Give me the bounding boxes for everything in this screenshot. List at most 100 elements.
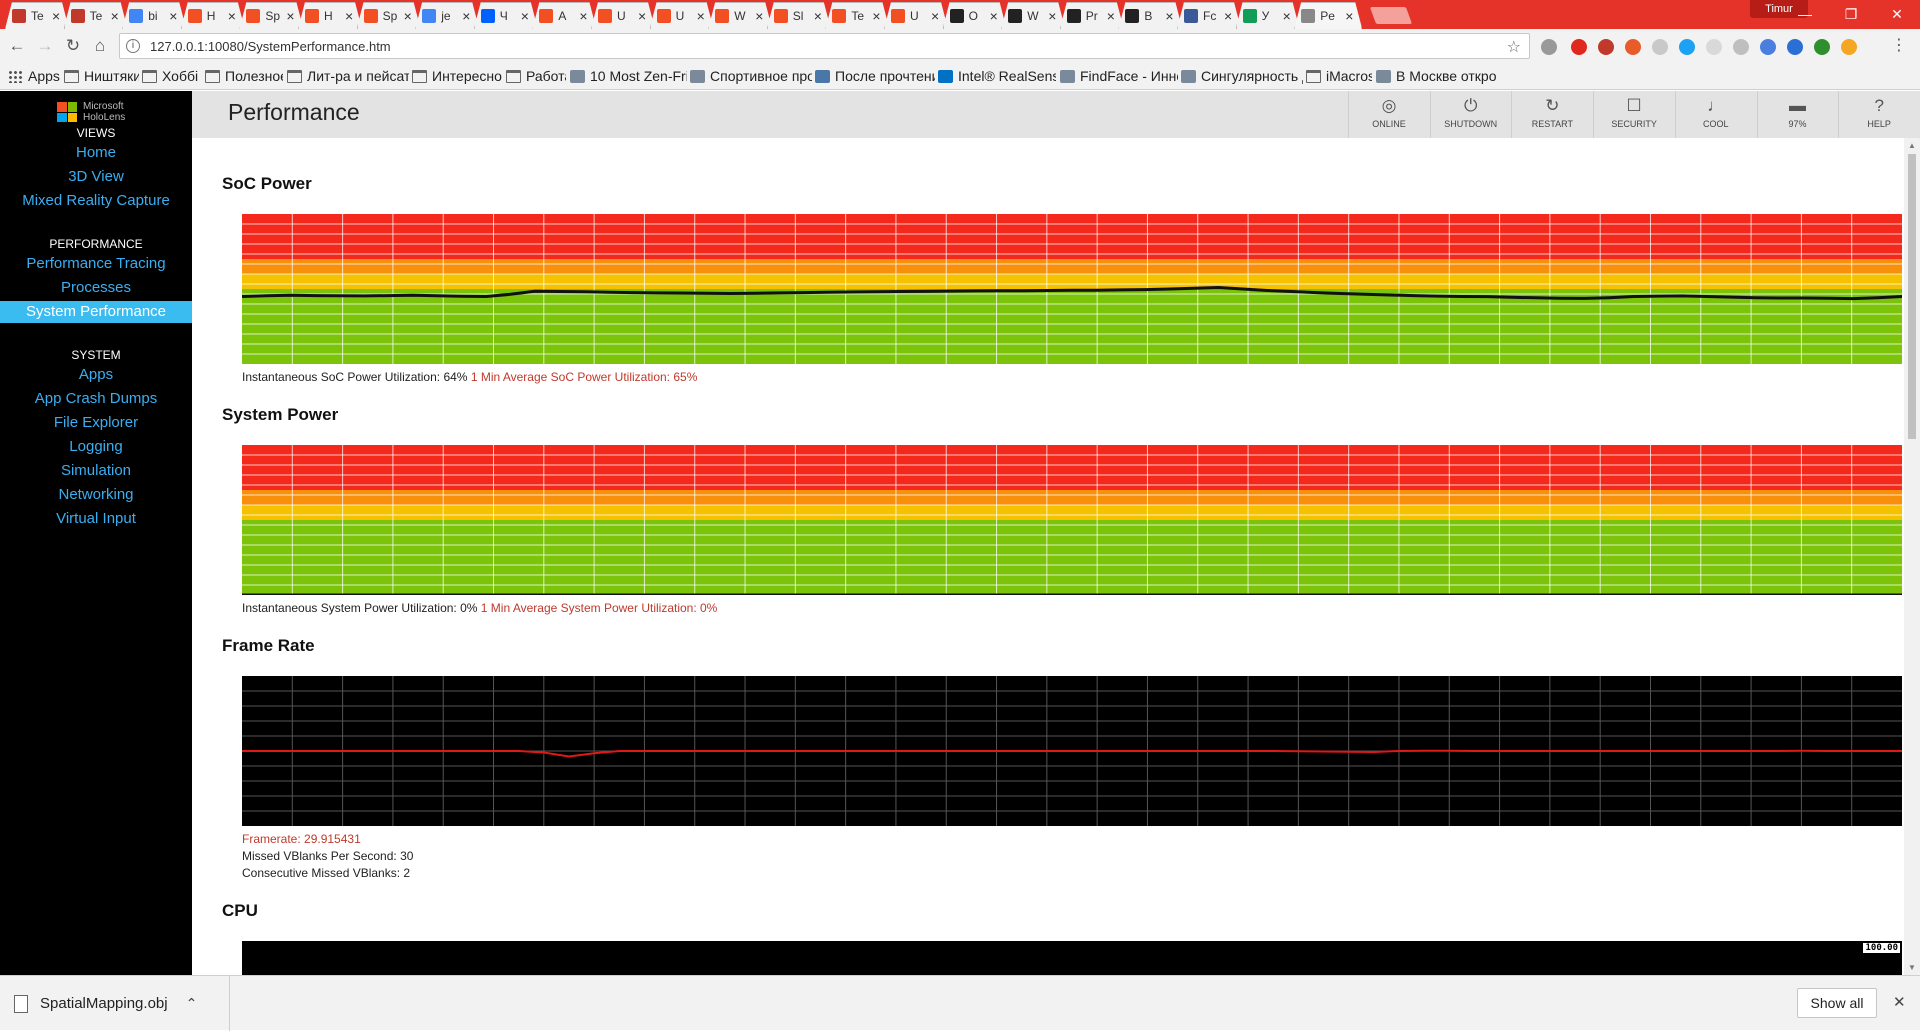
tab-close-icon[interactable]: × — [521, 8, 531, 24]
sidebar-item-home[interactable]: Home — [0, 142, 192, 164]
header-button-security[interactable]: ☐ SECURITY — [1593, 91, 1674, 138]
browser-tab[interactable]: O × — [943, 2, 1007, 29]
extension-translate-icon[interactable] — [1760, 39, 1776, 55]
browser-tab[interactable]: U × — [650, 2, 714, 29]
header-button-cool[interactable]: ♩ COOL — [1674, 91, 1756, 138]
maximize-icon[interactable]: ❐ — [1828, 0, 1874, 29]
header-button-help[interactable]: ? HELP — [1838, 91, 1919, 138]
bookmark-item[interactable]: Спортивное про — [690, 68, 812, 84]
bookmark-item[interactable]: Сингулярность д — [1181, 68, 1303, 84]
extension-clip-icon[interactable] — [1733, 39, 1749, 55]
browser-tab[interactable]: Te × — [64, 2, 128, 29]
extension-opera-icon[interactable] — [1571, 39, 1587, 55]
extension-blue-icon[interactable] — [1787, 39, 1803, 55]
bookmark-item[interactable]: Работа — [506, 68, 566, 84]
tab-close-icon[interactable]: × — [404, 8, 414, 24]
tab-close-icon[interactable]: × — [345, 8, 355, 24]
bookmark-item[interactable]: Хоббі — [142, 68, 198, 84]
bookmark-item[interactable]: Интересное — [412, 68, 502, 84]
tab-close-icon[interactable]: × — [1224, 8, 1234, 24]
tab-close-icon[interactable]: × — [228, 8, 238, 24]
tab-close-icon[interactable]: × — [1283, 8, 1293, 24]
browser-tab[interactable]: A × — [532, 2, 596, 29]
extension-flash-icon[interactable] — [1625, 39, 1641, 55]
sidebar-item-app-crash-dumps[interactable]: App Crash Dumps — [0, 388, 192, 410]
tab-close-icon[interactable]: × — [111, 8, 121, 24]
tab-close-icon[interactable]: × — [990, 8, 1000, 24]
sidebar-item-file-explorer[interactable]: File Explorer — [0, 412, 192, 434]
close-downloads-icon[interactable]: ✕ — [1893, 993, 1906, 1011]
reload-icon[interactable]: ↻ — [62, 35, 84, 57]
tab-close-icon[interactable]: × — [52, 8, 62, 24]
chevron-up-icon[interactable]: ⌃ — [186, 995, 198, 1012]
sidebar-item-mixed-reality-capture[interactable]: Mixed Reality Capture — [0, 190, 192, 212]
browser-tab[interactable]: W × — [708, 2, 772, 29]
browser-tab[interactable]: bi × — [122, 2, 186, 29]
sidebar-item-processes[interactable]: Processes — [0, 277, 192, 299]
close-window-icon[interactable]: ✕ — [1874, 0, 1920, 29]
back-icon[interactable]: ← — [6, 35, 28, 57]
extension-gray-icon[interactable] — [1652, 39, 1668, 55]
menu-icon[interactable]: ⋮ — [1888, 35, 1910, 57]
bookmark-item[interactable]: FindFace - Иннов — [1060, 68, 1178, 84]
browser-tab[interactable]: H × — [298, 2, 362, 29]
new-tab-button[interactable] — [1369, 7, 1412, 24]
sidebar-item-performance-tracing[interactable]: Performance Tracing — [0, 253, 192, 275]
bookmark-item[interactable]: Ништяки — [64, 68, 139, 84]
header-button-97[interactable]: ▬ 97% — [1756, 91, 1838, 138]
bookmark-item[interactable]: Полезное — [205, 68, 283, 84]
download-item[interactable]: SpatialMapping.obj ⌃ — [14, 976, 230, 1031]
tab-close-icon[interactable]: × — [814, 8, 824, 24]
show-all-button[interactable]: Show all — [1797, 988, 1877, 1018]
bookmark-item[interactable]: iMacros — [1306, 68, 1372, 84]
sidebar-item-networking[interactable]: Networking — [0, 484, 192, 506]
header-button-online[interactable]: ◎ ONLINE — [1348, 91, 1429, 138]
tab-close-icon[interactable]: × — [697, 8, 707, 24]
browser-tab[interactable]: Ч × — [474, 2, 538, 29]
browser-tab[interactable]: Sl × — [767, 2, 831, 29]
browser-tab[interactable]: Pr × — [1060, 2, 1124, 29]
scrollbar-thumb[interactable] — [1908, 154, 1916, 439]
extension-orange-icon[interactable] — [1841, 39, 1857, 55]
browser-tab[interactable]: Sp × — [239, 2, 303, 29]
scroll-up-icon[interactable]: ▲ — [1908, 141, 1916, 150]
bookmark-star-icon[interactable]: ☆ — [1507, 37, 1521, 57]
tab-close-icon[interactable]: × — [579, 8, 589, 24]
header-button-shutdown[interactable]: ⏻ SHUTDOWN — [1429, 91, 1511, 138]
sidebar-item-logging[interactable]: Logging — [0, 436, 192, 458]
sidebar-item-3d-view[interactable]: 3D View — [0, 166, 192, 188]
tab-close-icon[interactable]: × — [1048, 8, 1058, 24]
browser-tab[interactable]: Te × — [5, 2, 69, 29]
browser-tab[interactable]: je × — [415, 2, 479, 29]
bookmark-item[interactable]: После прочтени — [815, 68, 935, 84]
browser-tab[interactable]: Sp × — [357, 2, 421, 29]
tab-close-icon[interactable]: × — [169, 8, 179, 24]
tab-close-icon[interactable]: × — [872, 8, 882, 24]
vertical-scrollbar[interactable]: ▲ ▼ — [1904, 138, 1920, 975]
tab-close-icon[interactable]: × — [638, 8, 648, 24]
browser-tab[interactable]: U × — [884, 2, 948, 29]
browser-tab[interactable]: Pe × — [1294, 2, 1362, 29]
tab-close-icon[interactable]: × — [1165, 8, 1175, 24]
scroll-down-icon[interactable]: ▼ — [1908, 963, 1916, 972]
browser-tab[interactable]: Te × — [825, 2, 889, 29]
info-icon[interactable]: i — [126, 39, 140, 53]
browser-tab[interactable]: Fc × — [1177, 2, 1241, 29]
minimize-icon[interactable]: — — [1782, 0, 1828, 29]
browser-tab[interactable]: B × — [1118, 2, 1182, 29]
bookmark-item[interactable]: Intel® RealSense — [938, 68, 1056, 84]
browser-tab[interactable]: H × — [181, 2, 245, 29]
extension-page-icon[interactable] — [1706, 39, 1722, 55]
tab-close-icon[interactable]: × — [286, 8, 296, 24]
browser-tab[interactable]: У × — [1236, 2, 1300, 29]
browser-tab[interactable]: W × — [1001, 2, 1065, 29]
address-bar[interactable]: i 127.0.0.1:10080/SystemPerformance.htm … — [119, 33, 1530, 59]
bookmark-item[interactable]: 10 Most Zen-Frie — [570, 68, 687, 84]
bookmark-item[interactable]: В Москве откро — [1376, 68, 1497, 84]
tab-close-icon[interactable]: × — [931, 8, 941, 24]
tab-close-icon[interactable]: × — [1345, 8, 1355, 24]
main-content[interactable]: SoC Power Instantaneous SoC Power Utiliz… — [192, 138, 1904, 975]
sidebar-item-apps[interactable]: Apps — [0, 364, 192, 386]
bookmark-item[interactable]: Apps — [8, 68, 60, 84]
sidebar-item-virtual-input[interactable]: Virtual Input — [0, 508, 192, 530]
